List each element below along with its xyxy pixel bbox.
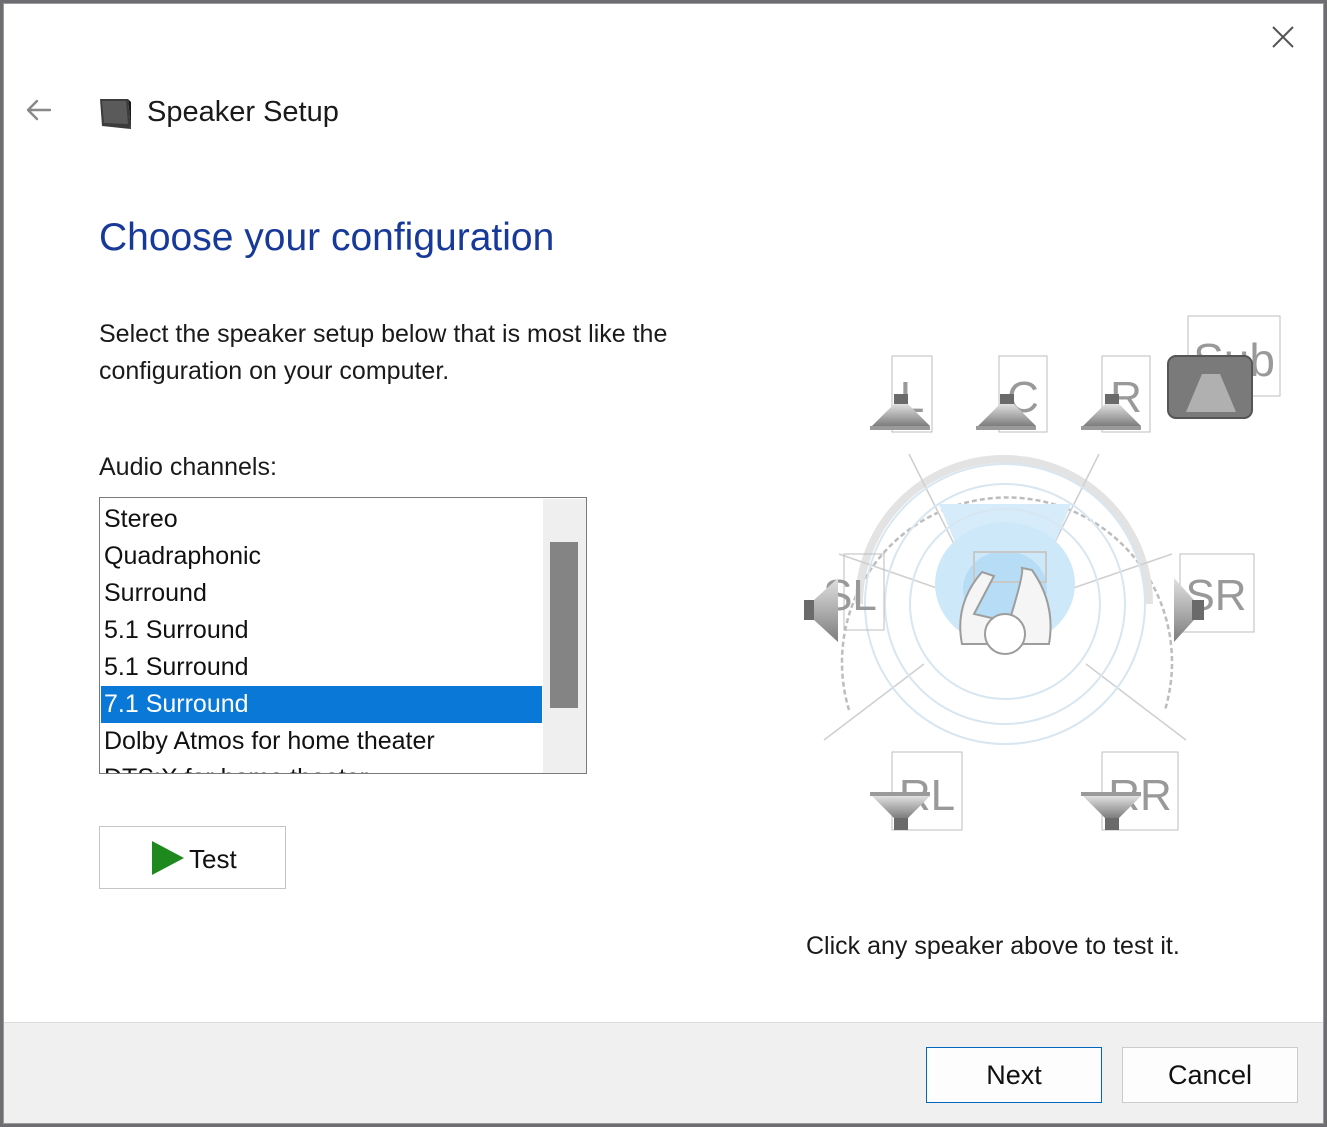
dialog-footer: Next Cancel: [4, 1022, 1323, 1123]
speaker-subwoofer[interactable]: Sub: [1167, 315, 1281, 419]
close-button[interactable]: [1262, 16, 1304, 58]
audio-channels-listbox[interactable]: Stereo Quadraphonic Surround 5.1 Surroun…: [99, 497, 587, 774]
list-item-dolby-atmos[interactable]: Dolby Atmos for home theater: [101, 723, 542, 760]
speaker-layout-diagram: L C R Sub SL: [804, 315, 1281, 831]
instructions-text: Select the speaker setup below that is m…: [99, 320, 668, 385]
list-item-stereo[interactable]: Stereo: [101, 501, 542, 538]
next-button[interactable]: Next: [926, 1047, 1102, 1103]
play-icon: [152, 841, 184, 875]
window-title: Speaker Setup: [147, 96, 339, 128]
speaker-front-right[interactable]: R: [1081, 355, 1151, 433]
list-item-7-1-surround[interactable]: 7.1 Surround: [101, 686, 542, 723]
list-item-dts-x[interactable]: DTS:X for home theater: [101, 760, 542, 773]
speaker-rear-left[interactable]: RL: [870, 751, 963, 831]
speaker-front-left[interactable]: L: [870, 355, 933, 433]
speaker-center[interactable]: C: [976, 355, 1048, 433]
speaker-rear-right[interactable]: RR: [1081, 751, 1179, 831]
speaker-icon: [98, 96, 134, 132]
list-item-5-1-surround-alt[interactable]: 5.1 Surround: [101, 649, 542, 686]
page-heading: Choose your configuration: [99, 216, 555, 259]
back-button[interactable]: [20, 92, 60, 132]
list-item-5-1-surround[interactable]: 5.1 Surround: [101, 612, 542, 649]
back-arrow-icon: [26, 99, 52, 121]
listbox-scrollbar[interactable]: [543, 499, 586, 773]
speaker-side-left[interactable]: SL: [804, 553, 885, 642]
audio-channels-label: Audio channels:: [99, 453, 277, 481]
test-button[interactable]: Test: [99, 826, 286, 889]
speaker-test-hint: Click any speaker above to test it.: [806, 932, 1180, 960]
test-button-label: Test: [189, 844, 237, 874]
close-icon: [1272, 26, 1294, 48]
speaker-side-right[interactable]: SR: [1174, 553, 1255, 642]
list-item-quadraphonic[interactable]: Quadraphonic: [101, 538, 542, 575]
list-item-surround[interactable]: Surround: [101, 575, 542, 612]
speaker-setup-dialog: Speaker Setup Choose your configuration …: [3, 3, 1324, 1124]
scrollbar-thumb[interactable]: [550, 542, 578, 708]
cancel-button[interactable]: Cancel: [1122, 1047, 1298, 1103]
